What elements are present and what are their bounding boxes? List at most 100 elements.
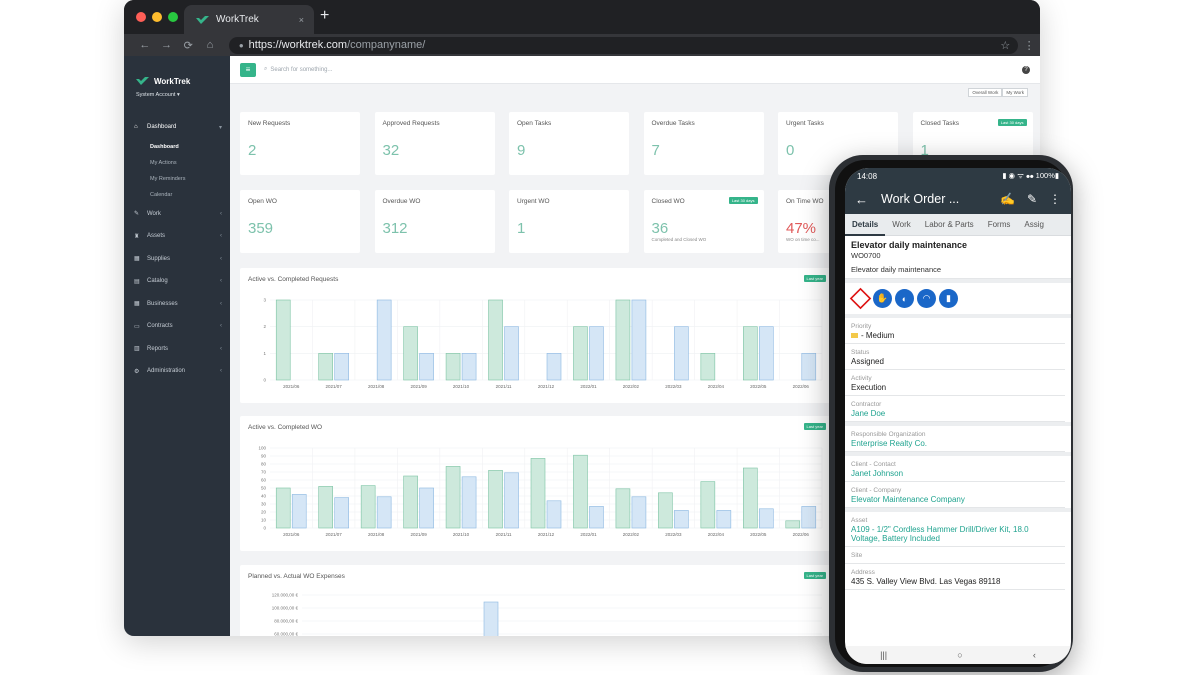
bar-series-1[interactable]	[716, 510, 732, 529]
back-arrow-icon[interactable]: ←	[855, 192, 875, 207]
bar-series-1[interactable]	[461, 353, 477, 381]
bar-series-1[interactable]	[419, 487, 434, 529]
edit-pencil-icon[interactable]: ✎	[1027, 192, 1037, 206]
bar-series-1[interactable]	[546, 500, 562, 529]
browser-menu-icon[interactable]: ⋮	[1018, 39, 1040, 52]
field-contractor[interactable]: Contractor Jane Doe	[845, 396, 1065, 422]
bar-series-0[interactable]	[445, 353, 461, 381]
stat-card[interactable]: Open Tasks 9	[509, 112, 629, 175]
sidebar-subitem-my-actions[interactable]: My Actions	[124, 155, 230, 171]
bar-series-0[interactable]	[785, 520, 801, 529]
sidebar-item-work[interactable]: ✎ Work ‹	[124, 203, 230, 226]
tab-details[interactable]: Details	[845, 214, 886, 236]
close-window-button[interactable]	[136, 12, 146, 22]
forward-icon[interactable]: →	[156, 39, 178, 51]
bar-series-1[interactable]	[589, 506, 604, 529]
sidebar-subitem-calendar[interactable]: Calendar	[124, 187, 230, 203]
bar-series-0[interactable]	[530, 458, 546, 529]
bar-series-1[interactable]	[674, 510, 689, 529]
tab-work[interactable]: Work	[885, 214, 918, 236]
bar-series-0[interactable]	[403, 326, 418, 381]
bar-series-1[interactable]	[419, 353, 434, 381]
bar-series-1[interactable]	[631, 299, 647, 381]
bar-series-1[interactable]	[589, 326, 604, 381]
address-bar[interactable]: ● https://worktrek.com /companyname/ ☆	[228, 36, 1019, 54]
sidebar-item-dashboard[interactable]: ⌂ Dashboard ▾	[124, 116, 230, 139]
tab-assig[interactable]: Assig	[1017, 214, 1051, 236]
new-tab-button[interactable]: +	[320, 7, 329, 25]
bar-series-0[interactable]	[275, 487, 291, 529]
bar-series-1[interactable]	[504, 326, 519, 381]
back-icon[interactable]: ←	[134, 39, 156, 51]
stat-card[interactable]: Closed WO 36 Last 30 days Completed and Clo…	[643, 190, 764, 253]
field-client-company[interactable]: Client - Company Elevator Maintenance Com…	[845, 482, 1065, 508]
bar-series-0[interactable]	[743, 467, 758, 529]
bar-series-0[interactable]	[318, 353, 333, 381]
bar-series-0[interactable]	[573, 454, 588, 529]
bar-series-1[interactable]	[801, 506, 817, 529]
bar-series-0[interactable]	[615, 299, 631, 381]
signature-icon[interactable]: ✍	[1000, 192, 1015, 206]
sidebar-item-supplies[interactable]: ▦ Supplies ‹	[124, 248, 230, 271]
sidebar-item-assets[interactable]: ♜ Assets ‹	[124, 225, 230, 248]
bookmark-star-icon[interactable]: ☆	[1000, 39, 1010, 52]
bar-series-1[interactable]	[631, 496, 647, 529]
back-nav-icon[interactable]: ‹	[1033, 650, 1036, 660]
sidebar-subitem-dashboard[interactable]: Dashboard	[124, 139, 230, 155]
bar-series-0[interactable]	[700, 481, 716, 529]
bar-series-0[interactable]	[488, 470, 503, 529]
minimize-window-button[interactable]	[152, 12, 162, 22]
help-icon[interactable]: ?	[1022, 65, 1030, 74]
bar-series-0[interactable]	[360, 485, 376, 529]
my-work-toggle[interactable]: My Work	[1002, 88, 1028, 97]
stat-card[interactable]: Approved Requests 32	[374, 112, 495, 175]
bar-series-1[interactable]	[376, 496, 392, 529]
reload-icon[interactable]: ⟳	[177, 39, 199, 52]
bar-series-0[interactable]	[658, 492, 673, 529]
sidebar-item-businesses[interactable]: ▦ Businesses ‹	[124, 293, 230, 316]
field-asset[interactable]: Asset A109 - 1/2" Cordless Hammer Drill/D…	[845, 512, 1065, 547]
bar-series-1[interactable]	[376, 299, 392, 381]
maximize-window-button[interactable]	[168, 12, 178, 22]
home-icon[interactable]: ⌂	[199, 39, 221, 51]
bar-series-0[interactable]	[615, 488, 631, 529]
stat-card[interactable]: Overdue WO 312	[374, 190, 495, 253]
sidebar-item-administration[interactable]: ⚙ Administration ‹	[124, 360, 230, 383]
home-button-icon[interactable]: ○	[957, 650, 962, 660]
bar-series-1[interactable]	[759, 508, 774, 529]
sidebar-subitem-my-reminders[interactable]: My Reminders	[124, 171, 230, 187]
stat-card[interactable]: Urgent WO 1	[509, 190, 629, 253]
browser-tab[interactable]: WorkTrek ×	[184, 5, 314, 34]
stat-card[interactable]: New Requests 2	[240, 112, 360, 175]
recents-icon[interactable]: |||	[880, 650, 887, 660]
bar-series-1[interactable]	[483, 601, 499, 636]
sidebar-item-catalog[interactable]: ▤ Catalog ‹	[124, 270, 230, 293]
hamburger-menu-button[interactable]: ≡	[240, 62, 256, 77]
field-client-contact[interactable]: Client - Contact Janet Johnson	[845, 456, 1065, 482]
field-responsible-organization[interactable]: Responsible Organization Enterprise Realt…	[845, 426, 1065, 452]
tab-labor-parts[interactable]: Labor & Parts	[918, 214, 981, 236]
bar-series-1[interactable]	[291, 494, 307, 529]
stat-card[interactable]: Open WO 359	[240, 190, 360, 253]
bar-series-0[interactable]	[318, 486, 333, 529]
sidebar-item-reports[interactable]: ▥ Reports ‹	[124, 338, 230, 361]
bar-series-1[interactable]	[504, 472, 519, 529]
overall-work-toggle[interactable]: Overall Work	[968, 88, 1003, 97]
close-tab-icon[interactable]: ×	[299, 15, 304, 25]
bar-series-0[interactable]	[445, 466, 461, 529]
bar-series-1[interactable]	[334, 353, 349, 381]
bar-series-1[interactable]	[334, 497, 349, 529]
bar-series-0[interactable]	[275, 299, 291, 381]
bar-series-0[interactable]	[488, 299, 503, 381]
overflow-menu-icon[interactable]: ⋮	[1049, 192, 1061, 206]
sidebar-item-contracts[interactable]: ▭ Contracts ‹	[124, 315, 230, 338]
bar-series-1[interactable]	[461, 476, 477, 529]
search-input[interactable]: Search for something...	[270, 67, 332, 73]
bar-series-0[interactable]	[403, 475, 418, 529]
bar-series-1[interactable]	[546, 353, 562, 381]
bar-series-0[interactable]	[700, 353, 716, 381]
bar-series-0[interactable]	[573, 326, 588, 381]
bar-series-1[interactable]	[674, 326, 689, 381]
bar-series-1[interactable]	[801, 353, 817, 381]
bar-series-0[interactable]	[743, 326, 758, 381]
